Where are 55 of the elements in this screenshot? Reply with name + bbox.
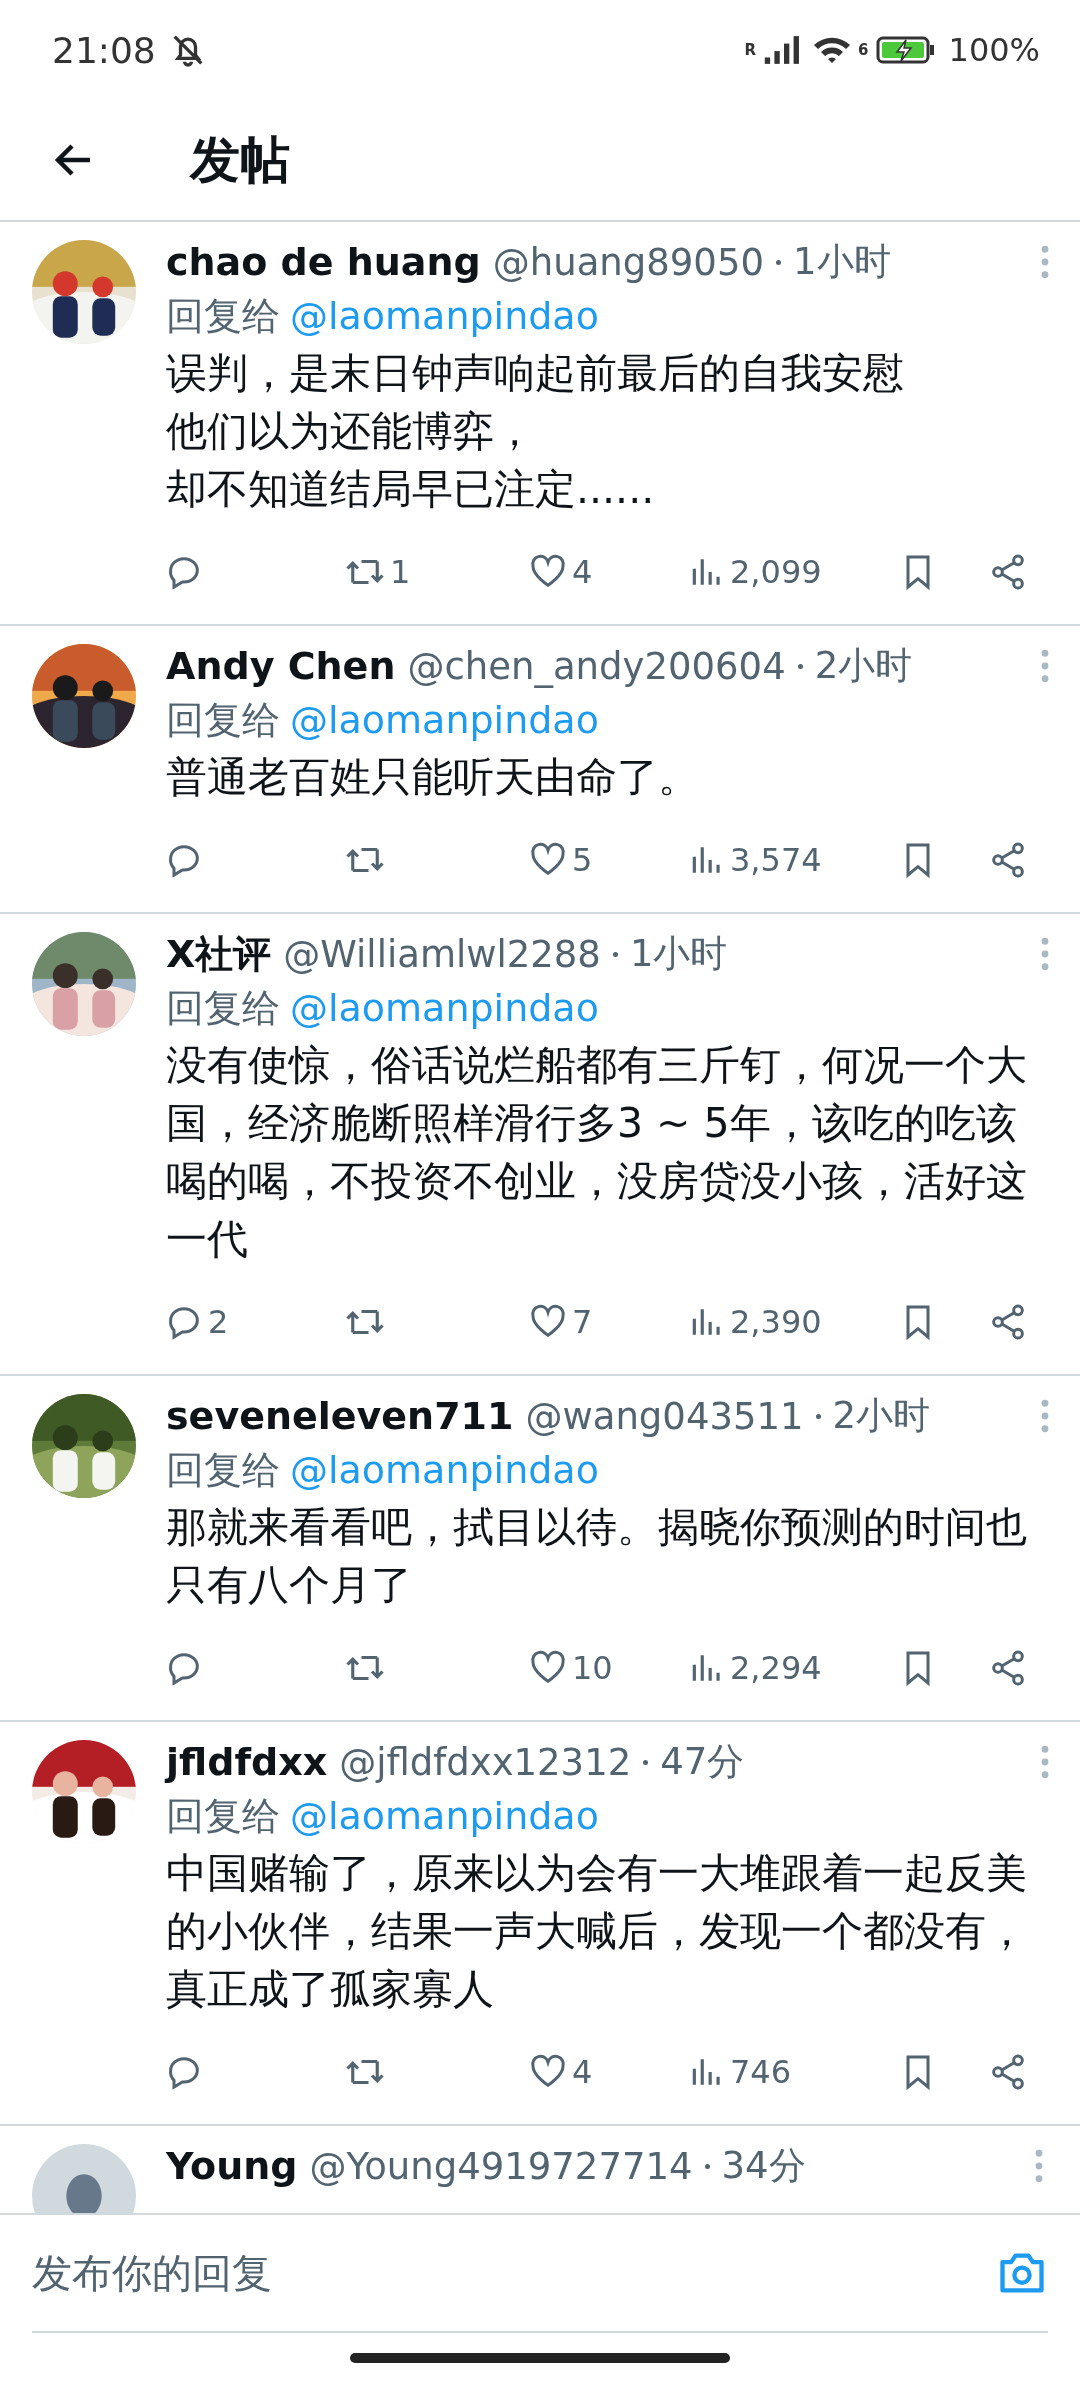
post-text: 却不知道结局早已注定......: [166, 464, 656, 515]
reply-count: 2: [208, 1303, 229, 1341]
view-count: 746: [730, 2053, 792, 2091]
like-count: 4: [572, 2053, 593, 2091]
like-count: 4: [572, 553, 593, 591]
reply-field[interactable]: 发布你的回复: [32, 2240, 996, 2306]
post-text: 中国赌输了，原来以为会有一大堆跟着一起反美的小伙伴，结果一声大喊后，发现一个都没有，真正成了孤家寡人: [166, 1848, 1028, 2015]
like-count: 7: [572, 1303, 593, 1341]
retweet-count: 1: [390, 553, 411, 591]
separator-dot: [643, 1759, 649, 1765]
reply-to-label: 回复给: [166, 984, 280, 1032]
post-time: 1小时: [629, 931, 728, 977]
like-count: 10: [572, 1649, 613, 1687]
reply-to-label: 回复给: [166, 696, 280, 744]
user-name[interactable]: seveneleven711: [166, 1394, 514, 1438]
post-time: 2小时: [832, 1393, 931, 1439]
user-handle[interactable]: @wang043511: [525, 1394, 804, 1438]
separator-dot: [815, 1413, 821, 1419]
battery-percent: 100%: [948, 31, 1040, 69]
reply-to-label: 回复给: [166, 1792, 280, 1840]
separator-dot: [704, 2163, 710, 2169]
post-text: 他们以为还能博弈，: [166, 406, 536, 457]
user-handle[interactable]: @Williamlwl2288: [283, 932, 601, 976]
user-handle[interactable]: @chen_andy200604: [407, 644, 786, 688]
user-name[interactable]: Andy Chen: [166, 644, 396, 688]
reply-to-label: 回复给: [166, 292, 280, 340]
page-title: 发帖: [190, 129, 290, 191]
user-name[interactable]: X社评: [166, 928, 272, 980]
post-time: 47分: [660, 1739, 745, 1785]
post-time: 34分: [721, 2143, 806, 2189]
post-time: 2小时: [814, 643, 913, 689]
user-name[interactable]: chao de huang: [166, 240, 481, 284]
separator-dot: [797, 663, 803, 669]
battery-charging-icon: [874, 35, 937, 65]
signal-label: R: [744, 41, 757, 59]
status-time: 21:08: [52, 29, 156, 71]
separator-dot: [612, 951, 618, 957]
post-text: 那就来看看吧，拭目以待。揭晓你预测的时间也只有八个月了: [166, 1502, 1028, 1611]
separator-dot: [776, 259, 781, 265]
view-count: 2,099: [730, 553, 822, 591]
view-count: 2,294: [730, 1649, 822, 1687]
user-name[interactable]: jfldfdxx: [166, 1740, 328, 1784]
reply-to-label: 回复给: [166, 1446, 280, 1494]
post-time: 1小时: [793, 239, 891, 285]
post-text: 普通老百姓只能听天由命了。: [166, 752, 700, 803]
like-count: 5: [572, 841, 593, 879]
wifi-label: 6: [858, 41, 869, 59]
post-text: 没有使惊，俗话说烂船都有三斤钉，何况一个大国，经济脆断照样滑行多3 ~ 5年，该吃的吃该喝的喝，不投资不创业，没房贷没小孩，活好这一代: [166, 1040, 1028, 1265]
user-handle[interactable]: @jfldfdxx12312: [339, 1740, 632, 1784]
view-count: 3,574: [730, 841, 822, 879]
post-text: 误判，是末日钟声响起前最后的自我安慰: [166, 348, 905, 399]
user-handle[interactable]: @Young4919727714: [309, 2144, 693, 2188]
view-count: 2,390: [730, 1303, 822, 1341]
user-handle[interactable]: @huang89050: [492, 240, 764, 284]
user-name[interactable]: Young: [166, 2144, 298, 2188]
